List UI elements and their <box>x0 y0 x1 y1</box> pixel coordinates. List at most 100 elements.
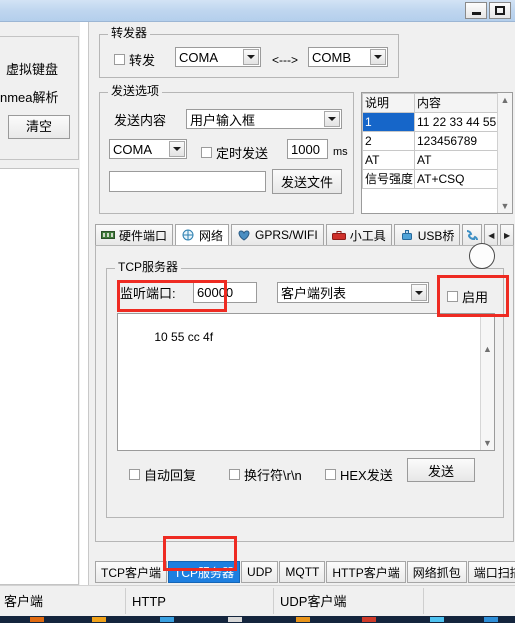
scroll-up-icon[interactable]: ▲ <box>498 93 512 107</box>
send-port-value: COMA <box>113 141 152 157</box>
sub-tab-http-client[interactable]: HTTP客户端 <box>326 561 406 583</box>
listen-port-label: 监听端口: <box>120 286 176 301</box>
forward-checkbox-label: 转发 <box>129 53 156 68</box>
left-panel: 虚拟键盘 nmea解析 清空 <box>0 22 80 585</box>
taskbar-icon[interactable] <box>484 617 498 622</box>
taskbar-icon[interactable] <box>296 617 310 622</box>
tab-network[interactable]: 网络 <box>175 224 230 246</box>
table-header-desc[interactable]: 说明 <box>362 93 415 113</box>
taskbar-icon[interactable] <box>228 617 242 622</box>
minimize-icon <box>471 12 481 15</box>
send-button[interactable]: 发送 <box>407 458 475 482</box>
scroll-up-icon[interactable]: ▲ <box>481 342 494 356</box>
table-scrollbar[interactable]: ▲ ▼ <box>497 93 512 213</box>
command-table[interactable]: 说明 内容 1 11 22 33 44 55 2 123456789 AT AT… <box>361 92 513 214</box>
taskbar-icon[interactable] <box>430 617 444 622</box>
taskbar-icon[interactable] <box>362 617 376 622</box>
clear-button[interactable]: 清空 <box>8 115 70 139</box>
tab-usb-bridge[interactable]: USB桥 <box>393 224 461 246</box>
send-options-group: 发送选项 发送内容 用户输入框 COMA 定时发送 1000 ms 发送文件 <box>99 85 354 214</box>
file-path-input[interactable] <box>109 171 266 192</box>
enable-checkbox-box <box>447 291 458 302</box>
tab-hardware-port[interactable]: 硬件端口 <box>95 224 174 246</box>
tab-gprs-wifi[interactable]: GPRS/WIFI <box>231 224 324 246</box>
network-icon <box>182 229 194 241</box>
hex-send-checkbox[interactable]: HEX发送 <box>325 465 393 484</box>
tab-scroll-left-button[interactable]: ◀ <box>484 224 499 246</box>
timed-send-checkbox-label: 定时发送 <box>216 146 269 161</box>
scroll-down-icon[interactable]: ▼ <box>481 436 494 450</box>
hardware-port-icon <box>101 231 115 239</box>
timed-send-checkbox[interactable]: 定时发送 <box>201 143 268 162</box>
scroll-down-icon[interactable]: ▼ <box>498 199 512 213</box>
forwarder-group: 转发器 转发 COMA <---> COMB <box>99 27 399 78</box>
sub-tab-tcp-server[interactable]: TCP服务器 <box>168 561 241 583</box>
table-row[interactable]: 信号强度 AT+CSQ <box>362 169 498 189</box>
tcp-log-text: 10 55 cc 4f <box>154 330 214 344</box>
taskbar-strip <box>0 616 515 623</box>
send-port-combo[interactable]: COMA <box>109 139 187 159</box>
tab-toolbox[interactable]: 小工具 <box>325 224 392 246</box>
newline-checkbox[interactable]: 换行符\r\n <box>229 465 302 484</box>
newline-checkbox-label: 换行符\r\n <box>244 468 302 483</box>
usb-bridge-icon <box>401 230 412 240</box>
title-bar <box>0 0 515 22</box>
sub-tab-packet-capture[interactable]: 网络抓包 <box>406 561 467 583</box>
table-row[interactable]: AT AT <box>362 150 498 170</box>
chevron-down-icon[interactable] <box>243 49 259 65</box>
log-scrollbar[interactable]: ▲ ▼ <box>480 314 494 450</box>
tab-scroll-right-button[interactable]: ▶ <box>500 224 514 246</box>
tab-label: GPRS/WIFI <box>255 228 318 242</box>
status-divider <box>423 588 424 614</box>
sub-tab-tcp-client[interactable]: TCP客户端 <box>95 561 168 583</box>
send-file-button[interactable]: 发送文件 <box>272 169 342 194</box>
forward-checkbox[interactable]: 转发 <box>114 50 155 69</box>
forward-checkbox-box <box>114 54 125 65</box>
table-row[interactable]: 1 11 22 33 44 55 <box>362 112 498 132</box>
virtual-keyboard-label[interactable]: 虚拟键盘 <box>6 59 82 78</box>
chevron-left-icon: ◀ <box>488 230 495 240</box>
table-row[interactable]: 2 123456789 <box>362 131 498 151</box>
left-receive-area[interactable] <box>0 168 79 585</box>
taskbar-icon[interactable] <box>92 617 106 622</box>
forward-source-value: COMA <box>179 49 218 65</box>
cell-content: AT <box>414 150 498 170</box>
auto-reply-checkbox[interactable]: 自动回复 <box>129 465 196 484</box>
cell-desc: 信号强度 <box>362 169 415 189</box>
chevron-down-icon[interactable] <box>370 49 386 65</box>
taskbar-icon[interactable] <box>30 617 44 622</box>
chevron-down-icon[interactable] <box>324 111 340 127</box>
phone-icon <box>467 230 479 241</box>
left-tools-box: 虚拟键盘 nmea解析 清空 <box>0 36 79 160</box>
send-content-value: 用户输入框 <box>190 112 256 128</box>
interval-input[interactable]: 1000 <box>287 139 328 159</box>
maximize-button[interactable] <box>489 2 511 19</box>
nmea-parse-label[interactable]: nmea解析 <box>0 87 76 106</box>
minimize-button[interactable] <box>465 2 487 19</box>
taskbar-icon[interactable] <box>160 617 174 622</box>
forward-source-combo[interactable]: COMA <box>175 47 261 67</box>
chevron-down-icon[interactable] <box>411 284 427 301</box>
send-content-combo[interactable]: 用户输入框 <box>186 109 342 129</box>
cell-desc: AT <box>362 150 415 170</box>
status-cell-extra <box>426 592 514 612</box>
cell-desc: 2 <box>362 131 415 151</box>
table-header-content[interactable]: 内容 <box>414 93 498 113</box>
cell-content: AT+CSQ <box>414 169 498 189</box>
auto-reply-checkbox-box <box>129 469 140 480</box>
sub-tab-port-scan[interactable]: 端口扫描 <box>467 561 515 583</box>
app-window: 虚拟键盘 nmea解析 清空 转发器 转发 COMA <---> COMB 发送… <box>0 0 515 623</box>
enable-checkbox[interactable]: 启用 <box>447 287 488 306</box>
chevron-down-icon[interactable] <box>169 141 185 157</box>
auto-reply-checkbox-label: 自动回复 <box>144 468 197 483</box>
cell-content: 123456789 <box>414 131 498 151</box>
sub-tab-mqtt[interactable]: MQTT <box>279 561 326 583</box>
tcp-server-group-title: TCP服务器 <box>115 261 182 273</box>
gprs-wifi-icon <box>238 230 250 241</box>
sub-tab-udp[interactable]: UDP <box>241 561 279 583</box>
client-list-combo[interactable]: 客户端列表 <box>277 282 429 303</box>
tcp-log-area[interactable]: 10 55 cc 4f ▲ ▼ <box>117 313 495 451</box>
listen-port-input[interactable]: 60000 <box>193 282 257 303</box>
window-controls <box>465 2 511 19</box>
forward-target-combo[interactable]: COMB <box>308 47 388 67</box>
